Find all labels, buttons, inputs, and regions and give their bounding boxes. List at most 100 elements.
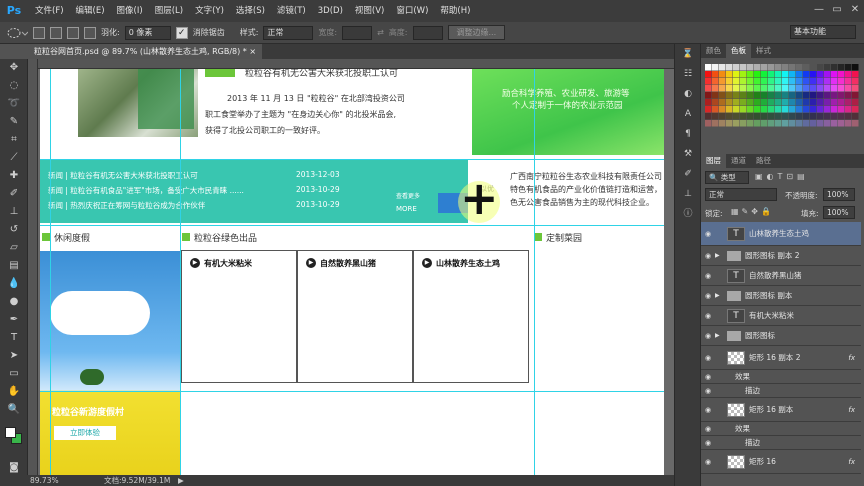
color-swatch[interactable]: [768, 78, 775, 85]
color-swatch[interactable]: [796, 85, 803, 92]
color-swatch[interactable]: [740, 71, 747, 78]
eyedropper-tool-icon[interactable]: ⟋: [0, 149, 28, 167]
guide-line[interactable]: [50, 69, 51, 475]
color-swatch[interactable]: [803, 64, 810, 71]
color-swatch[interactable]: [817, 78, 824, 85]
color-swatch[interactable]: [754, 64, 761, 71]
color-swatch[interactable]: [733, 92, 740, 99]
color-swatch[interactable]: [747, 120, 754, 127]
color-swatch[interactable]: [796, 120, 803, 127]
visibility-eye-icon[interactable]: ◉: [701, 458, 715, 466]
color-swatch[interactable]: [831, 71, 838, 78]
color-swatch[interactable]: [705, 78, 712, 85]
tab-swatches[interactable]: 色板: [726, 44, 751, 58]
guide-line[interactable]: [180, 69, 181, 475]
color-swatch[interactable]: [810, 92, 817, 99]
color-swatch[interactable]: [817, 99, 824, 106]
fill-input[interactable]: 100%: [823, 206, 855, 219]
color-swatch[interactable]: [775, 106, 782, 113]
crop-tool-icon[interactable]: ⌗: [0, 131, 28, 149]
color-swatch[interactable]: [831, 99, 838, 106]
color-swatch[interactable]: [775, 120, 782, 127]
color-swatch[interactable]: [775, 64, 782, 71]
color-swatch[interactable]: [803, 71, 810, 78]
color-swatch[interactable]: [824, 99, 831, 106]
color-swatch[interactable]: [796, 78, 803, 85]
color-swatch[interactable]: [817, 85, 824, 92]
menu-select[interactable]: 选择(S): [230, 0, 271, 22]
color-swatch[interactable]: [712, 99, 719, 106]
tab-layers[interactable]: 图层: [701, 154, 726, 168]
color-swatch[interactable]: [705, 106, 712, 113]
width-input[interactable]: [342, 25, 373, 40]
color-swatch[interactable]: [719, 78, 726, 85]
refine-edge-button[interactable]: 调整边缘...: [447, 25, 506, 40]
tab-paths[interactable]: 路径: [751, 154, 776, 168]
color-swatch[interactable]: [817, 106, 824, 113]
color-swatch[interactable]: [845, 99, 852, 106]
layer-effect-row[interactable]: ◉ 描边: [701, 384, 861, 398]
color-swatch[interactable]: [852, 78, 859, 85]
color-swatch[interactable]: [845, 78, 852, 85]
menu-3d[interactable]: 3D(D): [312, 0, 349, 22]
color-swatch[interactable]: [824, 106, 831, 113]
add-selection-icon[interactable]: [50, 26, 62, 39]
color-swatch[interactable]: [768, 120, 775, 127]
pen-tool-icon[interactable]: ✒: [0, 311, 28, 329]
color-swatch[interactable]: [726, 71, 733, 78]
color-swatch[interactable]: [705, 99, 712, 106]
visibility-eye-icon[interactable]: ◉: [701, 354, 715, 362]
color-swatch[interactable]: [803, 78, 810, 85]
color-swatch[interactable]: [719, 92, 726, 99]
color-swatch[interactable]: [712, 120, 719, 127]
color-swatch[interactable]: [747, 113, 754, 120]
try-now-button[interactable]: 立即体验: [54, 426, 116, 440]
color-swatch[interactable]: [747, 85, 754, 92]
color-swatch[interactable]: [719, 106, 726, 113]
filter-kind-select[interactable]: 🔍 类型: [705, 171, 749, 184]
feather-input[interactable]: 0 像素: [124, 25, 171, 40]
guide-line[interactable]: [40, 391, 664, 392]
color-swatch[interactable]: [719, 99, 726, 106]
color-swatch[interactable]: [845, 120, 852, 127]
color-swatch[interactable]: [782, 78, 789, 85]
color-swatch[interactable]: [775, 99, 782, 106]
color-swatch[interactable]: [761, 106, 768, 113]
color-swatch[interactable]: [761, 71, 768, 78]
style-select[interactable]: 正常: [263, 25, 314, 40]
color-swatch[interactable]: [712, 64, 719, 71]
color-swatch[interactable]: [719, 85, 726, 92]
color-swatch[interactable]: [852, 113, 859, 120]
color-swatch[interactable]: [726, 99, 733, 106]
color-swatch[interactable]: [726, 85, 733, 92]
color-swatch[interactable]: [852, 120, 859, 127]
color-swatch[interactable]: [796, 71, 803, 78]
visibility-eye-icon[interactable]: ◉: [701, 292, 715, 300]
visibility-eye-icon[interactable]: ◉: [701, 252, 715, 260]
color-swatch[interactable]: [838, 99, 845, 106]
color-swatch[interactable]: [852, 99, 859, 106]
color-swatch[interactable]: [726, 64, 733, 71]
color-swatch[interactable]: [705, 71, 712, 78]
color-swatch[interactable]: [852, 92, 859, 99]
menu-view[interactable]: 视图(V): [349, 0, 390, 22]
color-swatch[interactable]: [768, 64, 775, 71]
tool-presets-icon[interactable]: ⚒: [675, 144, 701, 164]
color-swatch[interactable]: [803, 106, 810, 113]
color-swatch[interactable]: [789, 78, 796, 85]
history-panel-icon[interactable]: ⌛: [675, 44, 701, 64]
color-swatch[interactable]: [803, 120, 810, 127]
color-swatch[interactable]: [852, 64, 859, 71]
color-swatch[interactable]: [845, 71, 852, 78]
color-swatch[interactable]: [754, 113, 761, 120]
color-swatch[interactable]: [740, 78, 747, 85]
color-swatch[interactable]: [831, 106, 838, 113]
color-swatch[interactable]: [838, 85, 845, 92]
color-swatch[interactable]: [803, 99, 810, 106]
menu-help[interactable]: 帮助(H): [434, 0, 476, 22]
layer-row[interactable]: ◉ 矩形 16 副本 2 fx: [701, 346, 861, 370]
color-swatch[interactable]: [810, 78, 817, 85]
fx-icon[interactable]: fx: [848, 458, 855, 466]
color-swatch[interactable]: [712, 106, 719, 113]
color-swatch[interactable]: [740, 99, 747, 106]
